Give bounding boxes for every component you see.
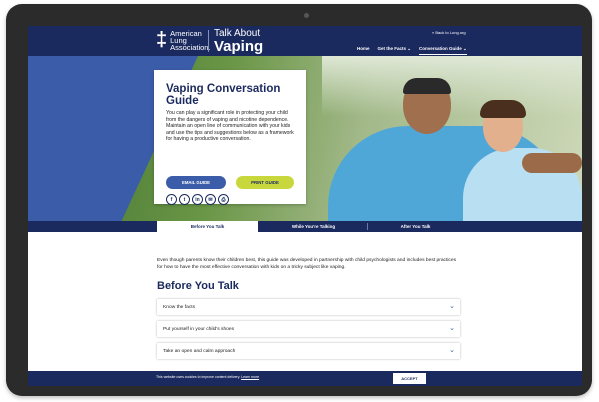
accordion-label: Put yourself in your child's shoes [163,326,235,332]
hero-photo-father-hair [403,78,451,94]
print-icon[interactable]: ⎙ [218,194,229,205]
laptop-frame: ‡ American Lung Association. Talk About … [6,4,592,396]
nav-get-the-facts[interactable]: Get the Facts ⌄ [378,46,412,55]
chevron-down-icon: ⌄ [449,303,455,310]
accordion-label: Take an open and calm approach [163,348,236,354]
cookie-message: This website uses cookies to improve con… [156,375,259,379]
chevron-down-icon: ⌄ [449,347,455,354]
learn-more-link[interactable]: Learn more [241,375,259,379]
accordion-item[interactable]: Put yourself in your child's shoes ⌄ [157,321,460,337]
accordion-item[interactable]: Know the facts ⌄ [157,299,460,315]
guide-description: You can play a significant role in prote… [166,110,294,143]
back-to-lung-link[interactable]: « Back to Lung.org [432,30,466,35]
site-header: ‡ American Lung Association. Talk About … [28,26,582,56]
intro-text: Even though parents know their children … [157,258,457,270]
accordion-label: Know the facts [163,304,196,310]
email-guide-button[interactable]: EMAIL GUIDE [166,176,226,189]
header-divider [208,30,209,52]
email-icon[interactable]: ✉ [205,194,216,205]
lung-association-logo[interactable]: ‡ American Lung Association. [156,29,211,52]
chevron-down-icon: ⌄ [449,325,455,332]
logo-name: American Lung Association. [170,29,211,52]
nav-home[interactable]: Home [357,46,370,55]
tab-before-you-talk[interactable]: Before You Talk [157,221,258,232]
section-heading: Before You Talk [157,280,239,292]
site-title-big: Vaping [214,38,264,55]
hero-background-light [322,56,582,116]
hero-photo-son-hair [480,100,526,118]
nav-conversation-guide[interactable]: Conversation Guide ⌄ [419,46,467,55]
tab-while-youre-talking[interactable]: While You're Talking [260,221,367,232]
accept-cookies-button[interactable]: ACCEPT [393,373,426,384]
tab-after-you-talk[interactable]: After You Talk [368,221,463,232]
accordion-item[interactable]: Take an open and calm approach ⌄ [157,343,460,359]
share-icons: f t in ✉ ⎙ [166,194,229,205]
main-nav: Home Get the Facts ⌄ Conversation Guide … [357,46,467,55]
webcam [304,13,309,18]
hero-photo-arm [522,153,582,173]
twitter-icon[interactable]: t [179,194,190,205]
guide-card: Vaping Conversation Guide You can play a… [154,70,306,205]
cookie-text: This website uses cookies to improve con… [156,375,241,379]
cookie-banner: This website uses cookies to improve con… [28,371,582,386]
facebook-icon[interactable]: f [166,194,177,205]
guide-title: Vaping Conversation Guide [166,83,281,107]
browser-screen: ‡ American Lung Association. Talk About … [28,26,582,386]
linkedin-icon[interactable]: in [192,194,203,205]
print-guide-button[interactable]: PRINT GUIDE [236,176,294,189]
double-cross-icon: ‡ [156,29,168,51]
